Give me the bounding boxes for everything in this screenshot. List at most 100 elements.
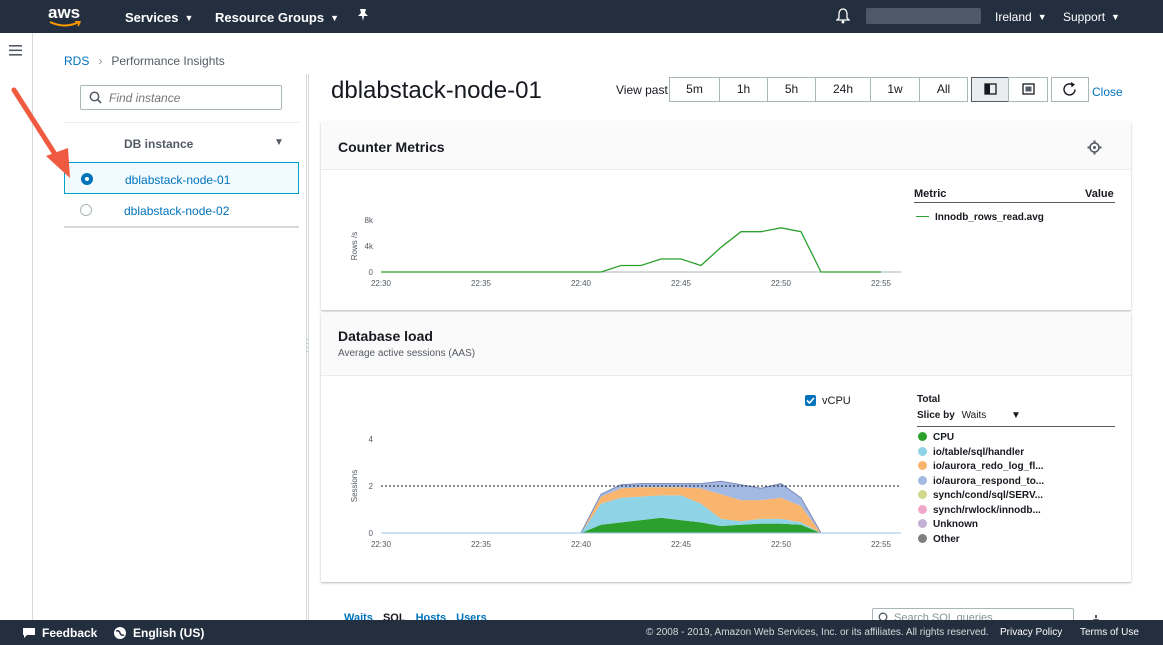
panel-resize-handle[interactable]: · · · · (306, 74, 309, 620)
legend-item[interactable]: Unknown (918, 519, 978, 530)
full-view-button[interactable] (1008, 77, 1048, 102)
database-load-card: Database load Average active sessions (A… (321, 312, 1131, 582)
support-menu[interactable]: Support ▼ (1063, 10, 1120, 24)
split-view-icon (984, 83, 997, 95)
range-all-button[interactable]: All (919, 77, 968, 102)
instance-row-node-01[interactable]: dblabstack-node-01 (64, 162, 299, 194)
vcpu-toggle[interactable]: vCPU (805, 395, 851, 407)
legend-color-dot (918, 519, 927, 528)
chevron-down-icon: ▼ (184, 13, 194, 23)
range-1h-button[interactable]: 1h (719, 77, 768, 102)
sort-down-icon[interactable]: ▼ (274, 137, 284, 148)
pin-icon[interactable] (357, 8, 369, 25)
slice-by-control[interactable]: Slice by Waits ▼ (917, 410, 1021, 421)
vcpu-label: vCPU (822, 395, 851, 407)
legend-color-dot (918, 533, 927, 543)
legend-color-dot (918, 461, 927, 470)
legend-item-label: synch/cond/sql/SERV... (933, 490, 1044, 501)
legend-divider (914, 202, 1115, 203)
aws-smile-icon (49, 21, 81, 27)
legend-item[interactable]: io/table/sql/handler (918, 446, 1025, 458)
aws-logo[interactable]: aws (48, 3, 84, 29)
legend-metric-header: Metric (914, 188, 947, 200)
y-axis-label: Sessions (350, 470, 359, 502)
legend-total-label: Total (917, 394, 941, 405)
breadcrumb-rds-link[interactable]: RDS (64, 54, 89, 68)
services-menu[interactable]: Services ▼ (125, 10, 193, 25)
legend-item[interactable]: io/aurora_redo_log_fl... (918, 461, 1044, 472)
legend-item-label: CPU (933, 432, 955, 443)
feedback-icon (23, 628, 35, 638)
legend-item[interactable]: synch/rwlock/innodb... (918, 504, 1041, 516)
db-instance-column-header[interactable]: DB instance (124, 137, 193, 151)
refresh-button[interactable] (1051, 77, 1089, 102)
legend-line-swatch (916, 215, 929, 217)
counter-metrics-chart: 22:30 22:35 22:40 22:45 22:50 22:55 0 4k 8k Rows … (350, 216, 901, 288)
x-tick-label: 22:40 (571, 279, 592, 288)
legend-item[interactable]: Other (918, 533, 960, 545)
chevron-down-icon: ▼ (330, 13, 340, 23)
x-tick-label: 22:50 (771, 540, 792, 549)
legend-color-dot (918, 504, 927, 514)
instance-row-node-02[interactable]: dblabstack-node-02 (64, 194, 299, 226)
chevron-right-icon: › (98, 54, 103, 68)
feedback-button[interactable]: Feedback (22, 626, 97, 640)
annotation-arrow-icon (11, 87, 70, 178)
find-instance-search (80, 85, 282, 110)
terms-of-use-link[interactable]: Terms of Use (1080, 627, 1139, 638)
range-5h-button[interactable]: 5h (767, 77, 816, 102)
legend-item-label: synch/rwlock/innodb... (933, 504, 1041, 516)
x-tick-label: 22:30 (371, 279, 392, 288)
legend-item-label: io/table/sql/handler (933, 446, 1025, 458)
resource-groups-menu[interactable]: Resource Groups ▼ (215, 10, 339, 25)
notifications-bell-icon[interactable] (835, 8, 851, 27)
find-instance-input[interactable] (109, 89, 277, 107)
series-line-innodb-rows-read (381, 227, 881, 273)
range-5m-button[interactable]: 5m (669, 77, 720, 102)
legend-item[interactable]: synch/cond/sql/SERV... (918, 490, 1043, 501)
range-24h-button[interactable]: 24h (815, 77, 871, 102)
counter-metrics-title: Counter Metrics (338, 139, 445, 155)
region-menu[interactable]: Ireland ▼ (995, 10, 1047, 24)
instance-radio[interactable] (80, 204, 92, 216)
x-tick-label: 22:55 (871, 279, 892, 288)
x-tick-label: 22:30 (371, 540, 392, 549)
breadcrumb-current: Performance Insights (111, 54, 225, 68)
legend-innodb-rows-read[interactable]: Innodb_rows_read.avg (916, 212, 1044, 223)
chevron-down-icon: ▼ (1011, 410, 1021, 421)
y-tick-label: 0 (369, 268, 374, 277)
database-load-subtitle: Average active sessions (AAS) (338, 348, 476, 359)
instance-name-link[interactable]: dblabstack-node-02 (124, 204, 229, 218)
legend-color-dot (918, 475, 927, 485)
instance-name-link[interactable]: dblabstack-node-01 (125, 173, 230, 187)
x-tick-label: 22:35 (471, 540, 492, 549)
vcpu-checkbox[interactable] (805, 395, 816, 406)
x-tick-label: 22:55 (871, 540, 892, 549)
hamburger-menu-icon[interactable] (9, 43, 22, 61)
copyright-text: © 2008 - 2019, Amazon Web Services, Inc.… (646, 627, 989, 638)
language-label: English (US) (133, 626, 205, 640)
counter-metrics-card: Counter Metrics 22:30 22:35 22:40 22:45 22:5… (321, 122, 1131, 310)
legend-color-dot (918, 432, 927, 441)
account-menu-redacted[interactable] (866, 8, 981, 24)
region-label: Ireland (995, 10, 1032, 24)
legend-series-label: Innodb_rows_read.avg (935, 212, 1044, 223)
legend-item[interactable]: io/aurora_respond_to... (918, 475, 1044, 487)
legend-item-label: Other (933, 533, 960, 545)
privacy-policy-link[interactable]: Privacy Policy (1000, 627, 1062, 638)
legend-item-label: io/aurora_redo_log_fl... (933, 461, 1044, 472)
legend-item[interactable]: CPU (918, 432, 954, 443)
services-label: Services (125, 10, 179, 25)
split-view-button[interactable] (971, 77, 1009, 102)
language-selector[interactable]: English (US) (113, 626, 204, 640)
instance-radio-selected[interactable] (81, 173, 93, 185)
database-load-header: Database load Average active sessions (A… (321, 312, 1131, 376)
close-link[interactable]: Close (1092, 85, 1123, 99)
globe-icon (114, 627, 126, 639)
range-1w-button[interactable]: 1w (870, 77, 920, 102)
gear-icon[interactable] (1087, 140, 1102, 160)
full-view-icon (1022, 83, 1035, 95)
legend-value-header: Value (1085, 188, 1114, 200)
y-tick-label: 4 (369, 435, 374, 444)
chevron-down-icon: ▼ (1037, 12, 1047, 22)
